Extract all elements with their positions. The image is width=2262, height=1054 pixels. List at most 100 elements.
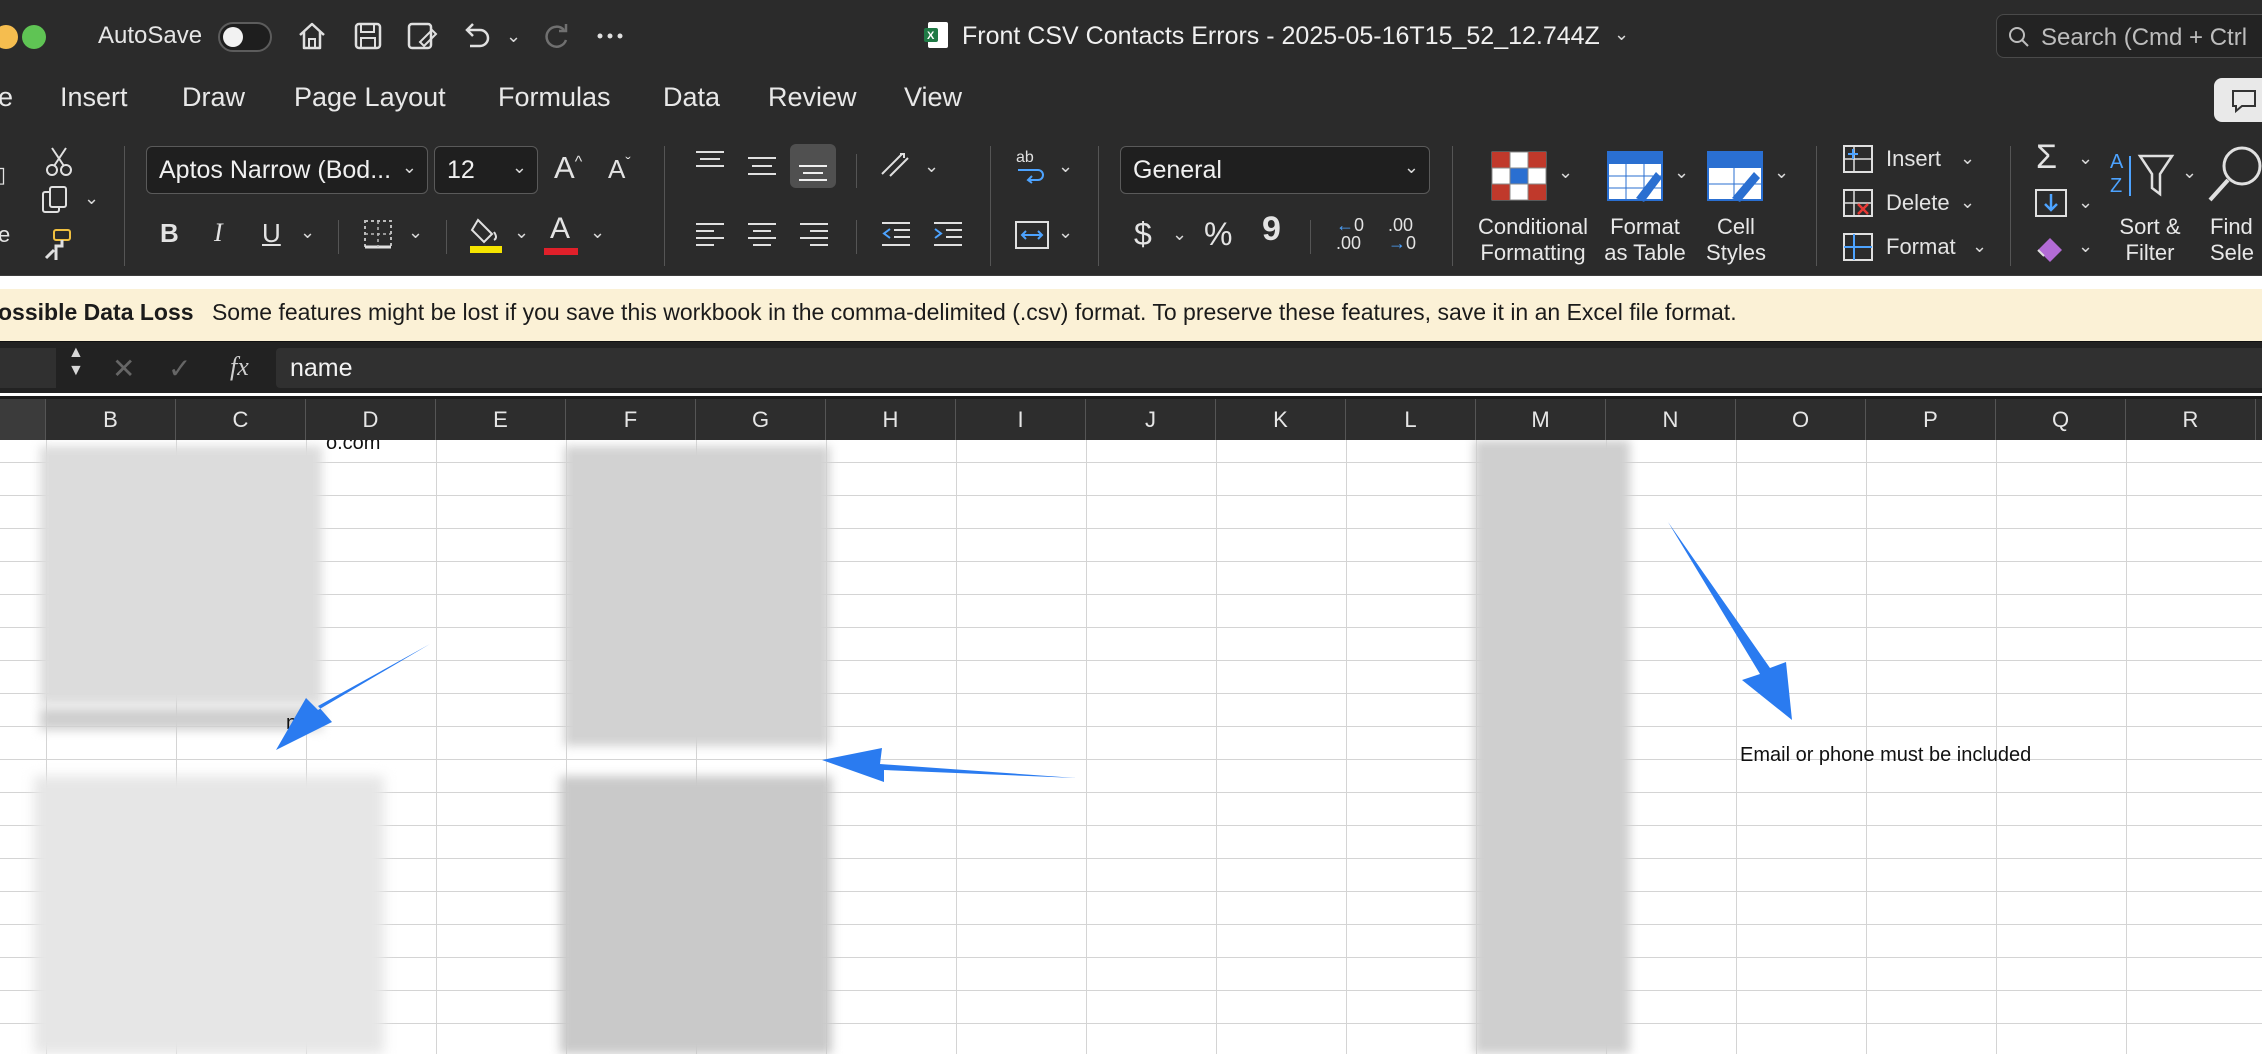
merge-center-icon[interactable]: [1014, 220, 1050, 250]
column-header-h[interactable]: H: [826, 399, 956, 440]
column-header-b[interactable]: B: [46, 399, 176, 440]
borders-dropdown-chevron-icon[interactable]: ⌄: [408, 222, 423, 243]
font-color-button[interactable]: A: [544, 212, 582, 256]
undo-icon[interactable]: [456, 16, 496, 56]
decrease-decimal-button[interactable]: .00 →0: [1388, 216, 1416, 252]
increase-font-size-button[interactable]: A^: [554, 150, 582, 186]
fill-down-icon[interactable]: [2034, 188, 2068, 218]
copy-dropdown-chevron-icon[interactable]: ⌄: [84, 188, 99, 209]
tab-draw[interactable]: Draw: [182, 82, 245, 113]
save-icon[interactable]: [348, 16, 388, 56]
increase-indent-icon[interactable]: [932, 220, 964, 248]
tab-data[interactable]: Data: [663, 82, 720, 113]
cell-styles-chevron-icon[interactable]: ⌄: [1774, 162, 1789, 183]
sort-filter-chevron-icon[interactable]: ⌄: [2182, 162, 2197, 183]
column-header-r[interactable]: R: [2126, 399, 2256, 440]
worksheet-grid[interactable]: o.com n Email or phone must be included: [0, 440, 2262, 1054]
delete-cells-chevron-icon[interactable]: ⌄: [1960, 192, 1975, 213]
sort-filter-icon[interactable]: AZ: [2110, 146, 2180, 206]
paste-label[interactable]: e: [0, 222, 10, 248]
accounting-format-button[interactable]: $: [1134, 216, 1152, 253]
bold-button[interactable]: B: [160, 218, 179, 249]
comma-style-button[interactable]: 9: [1262, 210, 1281, 249]
format-as-table-button[interactable]: Format as Table: [1586, 214, 1704, 266]
find-select-button[interactable]: Find Sele: [2210, 214, 2262, 266]
align-left-icon[interactable]: [694, 220, 726, 246]
column-header-i[interactable]: I: [956, 399, 1086, 440]
name-box[interactable]: [0, 348, 56, 388]
comments-button[interactable]: [2214, 78, 2262, 122]
orientation-icon[interactable]: [878, 150, 914, 182]
format-as-table-chevron-icon[interactable]: ⌄: [1674, 162, 1689, 183]
column-header-m[interactable]: M: [1476, 399, 1606, 440]
column-header-l[interactable]: L: [1346, 399, 1476, 440]
insert-cells-icon[interactable]: [1842, 144, 1874, 174]
clear-chevron-icon[interactable]: ⌄: [2078, 236, 2093, 257]
column-header-k[interactable]: K: [1216, 399, 1346, 440]
name-box-stepper-icon[interactable]: ▲ ▼: [68, 344, 84, 380]
undo-dropdown-chevron-icon[interactable]: ⌄: [506, 26, 521, 47]
fill-color-icon[interactable]: [468, 214, 504, 254]
delete-cells-button[interactable]: Delete: [1886, 190, 1950, 216]
format-cells-button[interactable]: Format: [1886, 234, 1956, 260]
orientation-dropdown-chevron-icon[interactable]: ⌄: [924, 156, 939, 177]
align-middle-icon[interactable]: [746, 154, 778, 180]
tab-insert[interactable]: Insert: [60, 82, 128, 113]
column-header-d[interactable]: D: [306, 399, 436, 440]
font-name-dropdown[interactable]: Aptos Narrow (Bod... ⌄: [146, 146, 428, 194]
delete-cells-icon[interactable]: [1842, 188, 1874, 218]
insert-function-button[interactable]: fx: [230, 352, 249, 382]
align-bottom-button[interactable]: [790, 144, 836, 188]
paste-icon[interactable]: ▯: [0, 162, 6, 188]
tab-view[interactable]: View: [904, 82, 962, 113]
autosave-toggle[interactable]: [218, 22, 272, 52]
column-header-e[interactable]: E: [436, 399, 566, 440]
conditional-formatting-button[interactable]: Conditional Formatting: [1468, 214, 1598, 266]
decrease-font-size-button[interactable]: Aˇ: [608, 154, 631, 185]
underline-button[interactable]: U: [262, 218, 281, 249]
cell-styles-icon[interactable]: [1706, 150, 1764, 202]
format-cells-icon[interactable]: [1842, 232, 1874, 262]
wrap-text-dropdown-chevron-icon[interactable]: ⌄: [1058, 156, 1073, 177]
home-icon[interactable]: [292, 16, 332, 56]
copy-icon[interactable]: [40, 184, 74, 216]
formula-input[interactable]: name: [276, 348, 2262, 388]
percent-style-button[interactable]: %: [1204, 216, 1232, 253]
decrease-indent-icon[interactable]: [880, 220, 912, 248]
autosum-icon[interactable]: Σ: [2036, 138, 2057, 177]
format-as-table-icon[interactable]: [1606, 150, 1664, 202]
column-header-g[interactable]: G: [696, 399, 826, 440]
align-right-icon[interactable]: [798, 220, 830, 246]
align-top-icon[interactable]: [694, 150, 726, 176]
insert-cells-chevron-icon[interactable]: ⌄: [1960, 148, 1975, 169]
tab-home[interactable]: e: [0, 82, 13, 113]
format-cells-chevron-icon[interactable]: ⌄: [1972, 236, 1987, 257]
title-chevron-down-icon[interactable]: ⌄: [1614, 24, 1629, 45]
accounting-dropdown-chevron-icon[interactable]: ⌄: [1172, 224, 1187, 245]
select-all-corner[interactable]: [0, 399, 46, 440]
tab-formulas[interactable]: Formulas: [498, 82, 611, 113]
column-header-n[interactable]: N: [1606, 399, 1736, 440]
column-header-j[interactable]: J: [1086, 399, 1216, 440]
more-options-icon[interactable]: [590, 16, 630, 56]
column-header-q[interactable]: Q: [1996, 399, 2126, 440]
column-header-p[interactable]: P: [1866, 399, 1996, 440]
format-painter-icon[interactable]: [42, 228, 74, 262]
fill-color-dropdown-chevron-icon[interactable]: ⌄: [514, 222, 529, 243]
clear-eraser-icon[interactable]: [2034, 232, 2068, 262]
merge-dropdown-chevron-icon[interactable]: ⌄: [1058, 222, 1073, 243]
find-select-icon[interactable]: [2206, 142, 2262, 208]
cut-icon[interactable]: [44, 144, 74, 178]
conditional-formatting-chevron-icon[interactable]: ⌄: [1558, 162, 1573, 183]
borders-icon[interactable]: [362, 218, 394, 250]
autosum-chevron-icon[interactable]: ⌄: [2078, 148, 2093, 169]
conditional-formatting-icon[interactable]: [1490, 150, 1548, 202]
align-center-icon[interactable]: [746, 220, 778, 246]
search-box[interactable]: Search (Cmd + Ctrl: [1996, 14, 2262, 58]
save-as-icon[interactable]: [402, 16, 442, 56]
font-color-dropdown-chevron-icon[interactable]: ⌄: [590, 222, 605, 243]
column-header-f[interactable]: F: [566, 399, 696, 440]
fill-chevron-icon[interactable]: ⌄: [2078, 192, 2093, 213]
cell-styles-button[interactable]: Cell Styles: [1696, 214, 1776, 266]
insert-cells-button[interactable]: Insert: [1886, 146, 1941, 172]
